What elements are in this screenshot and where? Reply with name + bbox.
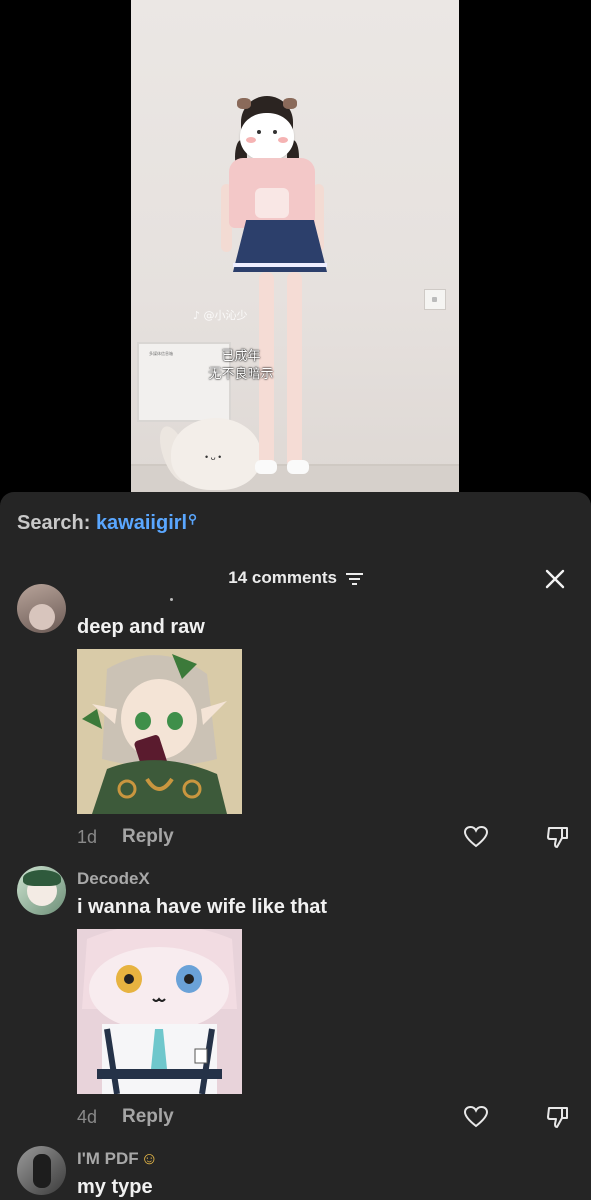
close-x-icon[interactable] xyxy=(543,567,567,591)
search-term-link[interactable]: kawaiigirl xyxy=(96,512,187,534)
comment-image[interactable] xyxy=(77,649,242,814)
comment-time: 4d xyxy=(77,1107,98,1127)
user-avatar[interactable] xyxy=(17,866,66,915)
wall-switch xyxy=(424,289,446,310)
comment-text: i wanna have wife like that xyxy=(77,896,328,918)
filter-lines-icon[interactable] xyxy=(345,572,363,586)
skirt-stripe xyxy=(233,263,327,267)
comment-text: deep and raw xyxy=(77,616,205,638)
hair-bow-left xyxy=(237,98,251,109)
anime-plush-figure-icon xyxy=(77,929,242,1094)
comment-image[interactable] xyxy=(77,929,242,1094)
comments-sheet: Search: kawaiigirl⚲ 14 comments deep and… xyxy=(0,492,591,1200)
search-icon: ⚲ xyxy=(188,512,197,526)
comment-username[interactable]: DecodeX xyxy=(77,869,150,889)
reply-button[interactable]: Reply xyxy=(122,826,174,848)
video-frame[interactable]: 多媒体信息箱 • ᴗ • ♪ @小沁少 已成年 无不良暗示 xyxy=(131,0,459,492)
heart-icon[interactable] xyxy=(463,824,489,850)
shirt-print xyxy=(255,188,289,218)
video-watermark: ♪ @小沁少 xyxy=(193,309,248,322)
video-subject xyxy=(217,88,343,492)
sock-left xyxy=(255,460,277,474)
thumbs-down-icon[interactable] xyxy=(545,824,571,850)
face-cover-sticker xyxy=(240,113,294,161)
anime-girl-holding-phone-icon xyxy=(77,649,242,814)
dot-separator xyxy=(170,598,173,601)
wall-panel-label: 多媒体信息箱 xyxy=(149,351,173,356)
sock-right xyxy=(287,460,309,474)
user-avatar[interactable] xyxy=(17,584,66,633)
comment-text: my type xyxy=(77,1176,153,1198)
smiling-face-emoji-icon: ☺ xyxy=(140,1149,159,1168)
hair-bow-right xyxy=(283,98,297,109)
tiktok-logo-icon: ♪ xyxy=(193,309,201,322)
heart-icon[interactable] xyxy=(463,1104,489,1130)
video-caption: 已成年 无不良暗示 xyxy=(208,349,274,382)
thumbs-down-icon[interactable] xyxy=(545,1104,571,1130)
reply-button[interactable]: Reply xyxy=(122,1106,174,1128)
comment-username[interactable]: I'M PDF ☺ xyxy=(77,1149,158,1169)
search-suggestion[interactable]: Search: kawaiigirl⚲ xyxy=(17,512,197,535)
comment-time: 1d xyxy=(77,827,98,847)
comments-header[interactable]: 14 comments xyxy=(0,568,591,588)
video-player[interactable]: 多媒体信息箱 • ᴗ • ♪ @小沁少 已成年 无不良暗示 xyxy=(0,0,591,500)
comment-count: 14 comments xyxy=(228,568,337,587)
user-avatar[interactable] xyxy=(17,1146,66,1195)
